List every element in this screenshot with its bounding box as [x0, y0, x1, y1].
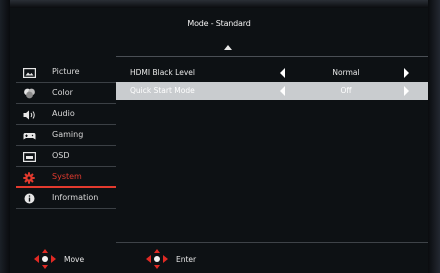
setting-value: Normal [332, 68, 360, 77]
increase-arrow-icon[interactable] [404, 86, 409, 96]
setting-row-quick-start-mode[interactable]: Quick Start Mode Off [116, 82, 428, 100]
footer-divider [116, 242, 428, 243]
header-divider [116, 56, 428, 57]
sidebar-item-label: System [52, 172, 82, 181]
sidebar-item-label: OSD [52, 151, 70, 160]
sidebar-divider [16, 208, 116, 209]
dpad-enter-icon [146, 249, 168, 269]
dpad-move-icon [34, 249, 56, 269]
screen-bezel-left [0, 0, 10, 273]
sidebar-item-information[interactable]: Information [10, 188, 116, 209]
move-hint: Move [34, 249, 85, 269]
information-icon [22, 193, 36, 204]
osd-header: Mode - Standard [10, 8, 428, 38]
decrease-arrow-icon[interactable] [280, 86, 285, 96]
sidebar-item-system[interactable]: System [10, 167, 116, 188]
move-label: Move [64, 254, 85, 264]
setting-name: Quick Start Mode [130, 86, 195, 95]
increase-arrow-icon[interactable] [404, 68, 409, 78]
osd-menu: Mode - Standard Picture Color Audio Gami… [10, 8, 428, 273]
setting-name: HDMI Black Level [130, 68, 195, 77]
setting-value: Off [340, 86, 352, 95]
sidebar-item-label: Color [52, 88, 73, 97]
decrease-arrow-icon[interactable] [280, 68, 285, 78]
color-icon [22, 88, 36, 99]
enter-hint: Enter [146, 249, 197, 269]
scroll-up-arrow-icon[interactable] [224, 45, 232, 50]
picture-icon [22, 67, 36, 78]
enter-label: Enter [176, 254, 197, 264]
mode-title: Mode - Standard [187, 18, 251, 28]
sidebar-item-label: Information [52, 193, 99, 202]
sidebar-item-label: Gaming [52, 130, 84, 139]
sidebar-item-label: Picture [52, 67, 80, 76]
sidebar-item-color[interactable]: Color [10, 83, 116, 104]
screen-bezel-right [428, 0, 440, 273]
screen-bezel-top [0, 0, 440, 8]
setting-row-hdmi-black-level[interactable]: HDMI Black Level Normal [116, 64, 428, 82]
audio-icon [22, 109, 36, 120]
system-gear-icon [22, 171, 36, 184]
sidebar-item-label: Audio [52, 109, 75, 118]
gaming-icon [22, 130, 36, 141]
osd-icon [22, 151, 36, 162]
sidebar-item-gaming[interactable]: Gaming [10, 125, 116, 146]
sidebar-item-picture[interactable]: Picture [10, 62, 116, 83]
sidebar-item-audio[interactable]: Audio [10, 104, 116, 125]
sidebar-menu: Picture Color Audio Gaming OSD System In… [10, 62, 116, 209]
sidebar-item-osd[interactable]: OSD [10, 146, 116, 167]
settings-list: HDMI Black Level Normal Quick Start Mode… [116, 64, 428, 100]
